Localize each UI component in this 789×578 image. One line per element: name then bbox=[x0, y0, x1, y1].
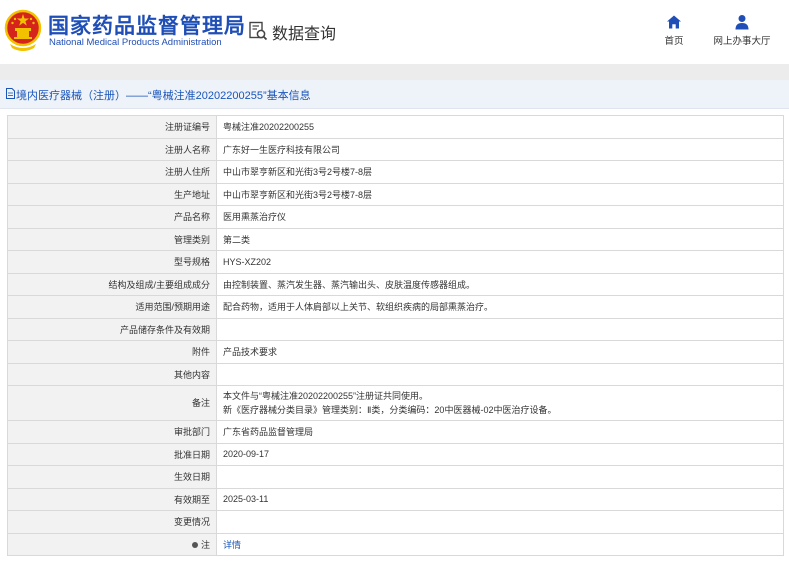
row-label: 注册人名称 bbox=[7, 137, 217, 161]
row-value: 第二类 bbox=[216, 227, 784, 251]
row-label: 注 bbox=[7, 532, 217, 556]
row-value bbox=[216, 362, 784, 386]
table-row: 结构及组成/主要组成成分 由控制装置、蒸汽发生器、蒸汽输出头、皮肤温度传感器组成… bbox=[7, 272, 784, 296]
nav-home-label: 首页 bbox=[664, 36, 684, 47]
user-icon bbox=[735, 15, 749, 30]
note-label: 注 bbox=[200, 539, 210, 550]
note-bullet-icon bbox=[191, 542, 198, 549]
row-value: 由控制装置、蒸汽发生器、蒸汽输出头、皮肤温度传感器组成。 bbox=[216, 272, 784, 296]
home-icon bbox=[667, 15, 681, 29]
table-row: 注册人名称 广东好一生医疗科技有限公司 bbox=[7, 137, 784, 161]
row-label: 管理类别 bbox=[7, 227, 217, 251]
row-value: 广东好一生医疗科技有限公司 bbox=[216, 137, 784, 161]
row-value: 中山市翠亨新区和光街3号2号楼7-8层 bbox=[216, 182, 784, 206]
row-value: 广东省药品监督管理局 bbox=[216, 420, 784, 444]
document-icon bbox=[6, 88, 15, 99]
row-label: 附件 bbox=[7, 340, 217, 364]
table-row: 型号规格 HYS-XZ202 bbox=[7, 250, 784, 274]
row-label: 型号规格 bbox=[7, 250, 217, 274]
page-title: 数据查询 bbox=[272, 26, 337, 43]
nav-home[interactable]: 首页 bbox=[656, 14, 692, 50]
data-query-icon bbox=[249, 21, 268, 41]
section-header: 境内医疗器械（注册）——“粤械注准20202200255”基本信息 bbox=[0, 80, 789, 109]
table-row: 产品名称 医用熏蒸治疗仪 bbox=[7, 205, 784, 229]
table-row: 适用范围/预期用途 配合药物，适用于人体肩部以上关节、软组织疾病的局部熏蒸治疗。 bbox=[7, 295, 784, 319]
row-label: 注册人住所 bbox=[7, 160, 217, 184]
table-row: 其他内容 bbox=[7, 362, 784, 386]
row-value: 配合药物，适用于人体肩部以上关节、软组织疾病的局部熏蒸治疗。 bbox=[216, 295, 784, 319]
table-row: 变更情况 bbox=[7, 510, 784, 534]
row-value: 中山市翠亨新区和光街3号2号楼7-8层 bbox=[216, 160, 784, 184]
national-emblem-icon bbox=[4, 9, 42, 51]
row-label: 结构及组成/主要组成成分 bbox=[7, 272, 217, 296]
table-row: 注 详情 bbox=[7, 532, 784, 556]
row-value: HYS-XZ202 bbox=[216, 250, 784, 274]
nav-online-office[interactable]: 网上办事大厅 bbox=[710, 14, 774, 50]
table-row: 审批部门 广东省药品监督管理局 bbox=[7, 420, 784, 444]
row-value: 产品技术要求 bbox=[216, 340, 784, 364]
section-title: 境内医疗器械（注册）——“粤械注准20202200255”基本信息 bbox=[16, 90, 311, 102]
table-row: 生效日期 bbox=[7, 465, 784, 489]
row-label: 其他内容 bbox=[7, 362, 217, 386]
registration-detail-table: 注册证编号 粤械注准20202200255 注册人名称 广东好一生医疗科技有限公… bbox=[7, 115, 784, 556]
row-value: 粤械注准20202200255 bbox=[216, 115, 784, 139]
table-row: 生产地址 中山市翠亨新区和光街3号2号楼7-8层 bbox=[7, 182, 784, 206]
site-name-english: National Medical Products Administration bbox=[49, 37, 222, 48]
row-value: 医用熏蒸治疗仪 bbox=[216, 205, 784, 229]
table-row: 管理类别 第二类 bbox=[7, 227, 784, 251]
table-row: 产品储存条件及有效期 bbox=[7, 317, 784, 341]
nav-online-office-label: 网上办事大厅 bbox=[713, 36, 771, 47]
row-value: 2025-03-11 bbox=[216, 487, 784, 511]
remark-line: 本文件与“粤械注准20202200255”注册证共同使用。 bbox=[223, 391, 429, 401]
remark-line: 新《医疗器械分类目录》管理类别：Ⅱ类，分类编码：20中医器械-02中医治疗设备。 bbox=[223, 405, 557, 415]
table-row: 注册证编号 粤械注准20202200255 bbox=[7, 115, 784, 139]
row-label: 生产地址 bbox=[7, 182, 217, 206]
site-name[interactable]: 国家药品监督管理局 bbox=[48, 10, 246, 40]
row-label: 注册证编号 bbox=[7, 115, 217, 139]
row-label: 有效期至 bbox=[7, 487, 217, 511]
row-value bbox=[216, 317, 784, 341]
row-value: 详情 bbox=[216, 532, 784, 556]
row-label: 产品名称 bbox=[7, 205, 217, 229]
row-value: 本文件与“粤械注准20202200255”注册证共同使用。 新《医疗器械分类目录… bbox=[216, 385, 784, 421]
table-row: 有效期至 2025-03-11 bbox=[7, 487, 784, 511]
row-value: 2020-09-17 bbox=[216, 442, 784, 466]
row-label: 生效日期 bbox=[7, 465, 217, 489]
details-link[interactable]: 详情 bbox=[223, 540, 241, 550]
row-label: 产品储存条件及有效期 bbox=[7, 317, 217, 341]
row-value bbox=[216, 510, 784, 534]
row-value bbox=[216, 465, 784, 489]
row-label: 适用范围/预期用途 bbox=[7, 295, 217, 319]
table-row: 注册人住所 中山市翠亨新区和光街3号2号楼7-8层 bbox=[7, 160, 784, 184]
row-label: 审批部门 bbox=[7, 420, 217, 444]
table-row: 批准日期 2020-09-17 bbox=[7, 442, 784, 466]
table-row: 备注 本文件与“粤械注准20202200255”注册证共同使用。 新《医疗器械分… bbox=[7, 385, 784, 421]
site-header: 国家药品监督管理局 National Medical Products Admi… bbox=[0, 0, 789, 64]
row-label: 变更情况 bbox=[7, 510, 217, 534]
row-label: 批准日期 bbox=[7, 442, 217, 466]
row-label: 备注 bbox=[7, 385, 217, 421]
table-row: 附件 产品技术要求 bbox=[7, 340, 784, 364]
header-divider-band bbox=[0, 64, 789, 80]
